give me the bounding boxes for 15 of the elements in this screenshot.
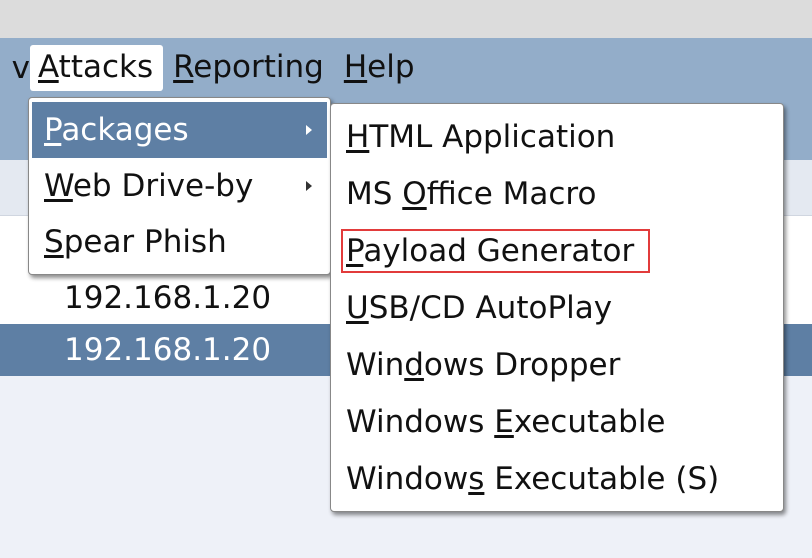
menu-item[interactable]: Web Drive-by — [32, 158, 327, 214]
menu-item[interactable]: MS Office Macro — [331, 165, 783, 222]
menu-item[interactable]: Windows Dropper — [331, 336, 783, 393]
menu-item[interactable]: HTML Application — [331, 108, 783, 165]
menu-item[interactable]: Windows Executable (S) — [331, 450, 783, 507]
menu-item[interactable]: Help — [336, 45, 425, 91]
menu-item[interactable]: Attacks — [30, 45, 164, 91]
menu-item[interactable]: Spear Phish — [32, 214, 327, 270]
menu-item[interactable]: Reporting — [165, 45, 334, 91]
menu-item[interactable]: Packages — [32, 102, 327, 158]
menu-item[interactable]: Windows Executable — [331, 393, 783, 450]
menu-item[interactable]: v — [0, 50, 30, 86]
submenu-arrow-icon — [305, 180, 313, 192]
menu-item[interactable]: USB/CD AutoPlay — [331, 279, 783, 336]
submenu-arrow-icon — [305, 124, 313, 136]
